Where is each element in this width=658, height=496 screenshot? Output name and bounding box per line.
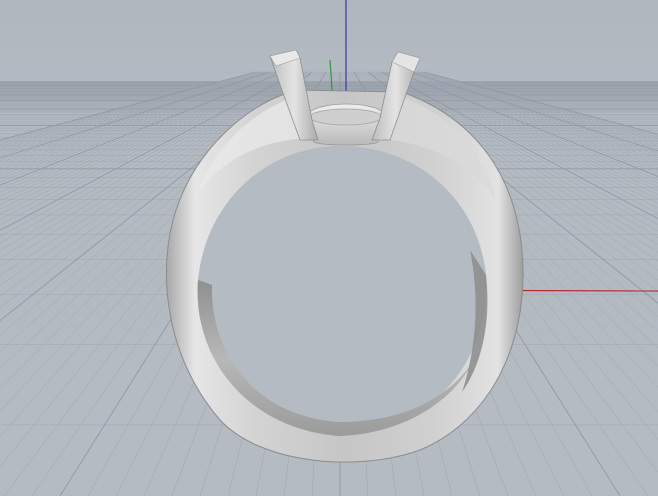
ring-model-icon[interactable] — [165, 49, 524, 463]
viewport-scene[interactable] — [0, 0, 658, 496]
ring-setting-top — [309, 108, 383, 126]
3d-viewport[interactable] — [0, 0, 658, 496]
